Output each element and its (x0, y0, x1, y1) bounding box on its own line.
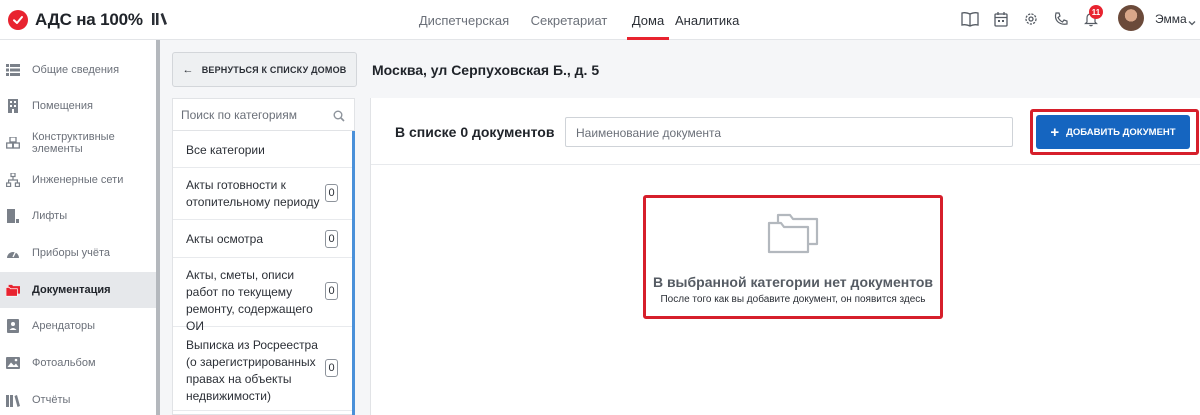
category-item[interactable]: Акты, сметы, описи работ по текущему рем… (173, 258, 353, 333)
nav-analytics[interactable]: Аналитика (673, 0, 749, 40)
sidebar-item-meters[interactable]: Приборы учёта (0, 235, 156, 271)
sidebar-item-label: Конструктивные элементы (32, 131, 115, 155)
sidebar-item-reports[interactable]: Отчёты (0, 382, 156, 415)
add-document-label: ДОБАВИТЬ ДОКУМЕНТ (1066, 126, 1176, 138)
sidebar-item-label: Приборы учёта (32, 247, 111, 259)
category-label: Акты готовности к отопительному периоду (186, 178, 320, 209)
sidebar-item-general[interactable]: Общие сведения (0, 52, 156, 88)
app-logo[interactable]: АДС на 100% (8, 8, 143, 32)
id-card-icon (6, 319, 20, 333)
sidebar-item-label: Отчёты (32, 394, 71, 406)
sidebar: Общие сведения Помещения Конструктивные … (0, 40, 156, 415)
app-logo-text: АДС на 100% (35, 10, 143, 29)
image-icon (6, 356, 20, 370)
main-nav: Диспетчерская Секретариат Дома Аналитика (413, 0, 749, 40)
sidebar-item-elevators[interactable]: Лифты (0, 198, 156, 234)
books-icon (6, 393, 20, 407)
category-item[interactable]: Выписка из Росреестра (о зарегистрирован… (173, 327, 353, 411)
gear-icon[interactable] (1021, 9, 1041, 29)
category-search-input[interactable] (181, 106, 331, 124)
add-document-button[interactable]: + ДОБАВИТЬ ДОКУМЕНТ (1036, 115, 1190, 149)
cubes-icon (6, 136, 20, 150)
elevator-icon (6, 209, 20, 223)
category-label: Акты, сметы, описи работ по текущему рем… (186, 268, 313, 333)
search-icon[interactable] (333, 109, 345, 122)
documents-count: В списке 0 документов (395, 124, 555, 140)
building-icon (6, 99, 20, 113)
calendar-icon[interactable] (991, 9, 1011, 29)
sidebar-item-premises[interactable]: Помещения (0, 88, 156, 124)
category-item[interactable]: Акты осмотра 0 (173, 220, 353, 258)
sidebar-item-networks[interactable]: Инженерные сети (0, 162, 156, 198)
avatar[interactable] (1118, 5, 1144, 31)
sidebar-item-label: Фотоальбом (32, 357, 96, 369)
plus-icon: + (1050, 123, 1060, 141)
category-label: Выписка из Росреестра (о зарегистрирован… (186, 338, 318, 403)
nav-secretariat[interactable]: Секретариат (515, 0, 623, 40)
add-button-highlight: + ДОБАВИТЬ ДОКУМЕНТ (1030, 109, 1199, 155)
category-item-all[interactable]: Все категории (173, 131, 353, 168)
empty-state-title: В выбранной категории нет документов (652, 274, 934, 290)
documents-panel: В списке 0 документов + ДОБАВИТЬ ДОКУМЕН… (370, 98, 1200, 415)
folder-icon (766, 212, 820, 254)
sidebar-item-documents[interactable]: Документация (0, 272, 156, 308)
gauge-icon (6, 246, 20, 260)
category-panel: Все категории Акты готовности к отопител… (172, 98, 355, 415)
empty-state-subtitle: После того как вы добавите документ, он … (660, 294, 926, 305)
category-count: 0 (325, 282, 338, 300)
user-name[interactable]: Эмма (1155, 12, 1187, 26)
page-title: Москва, ул Серпуховская Б., д. 5 (372, 62, 600, 78)
back-to-houses-button[interactable]: ← ВЕРНУТЬСЯ К СПИСКУ ДОМОВ (172, 52, 357, 87)
category-count: 0 (325, 184, 338, 202)
category-label: Акты осмотра (186, 232, 264, 246)
sidebar-item-label: Инженерные сети (32, 174, 124, 186)
category-count: 0 (325, 230, 338, 248)
category-item[interactable]: Акты готовности к отопительному периоду … (173, 168, 353, 220)
library-icon[interactable] (151, 10, 169, 28)
sidebar-item-photos[interactable]: Фотоальбом (0, 345, 156, 381)
sidebar-item-tenants[interactable]: Арендаторы (0, 308, 156, 344)
category-scrollbar[interactable] (352, 131, 355, 415)
empty-state: В выбранной категории нет документов Пос… (643, 195, 943, 319)
nav-houses[interactable]: Дома (623, 0, 673, 40)
phone-icon[interactable] (1051, 9, 1071, 29)
sidebar-item-label: Общие сведения (32, 64, 120, 76)
category-search (173, 99, 354, 131)
sidebar-divider (156, 40, 160, 415)
check-badge-icon (8, 10, 28, 30)
top-bar: АДС на 100% Диспетчерская Секретариат До… (0, 0, 1200, 40)
sidebar-item-label: Документация (32, 284, 111, 296)
back-button-label: ВЕРНУТЬСЯ К СПИСКУ ДОМОВ (201, 64, 347, 75)
documents-header: В списке 0 документов + ДОБАВИТЬ ДОКУМЕН… (371, 98, 1200, 165)
notification-badge: 11 (1089, 5, 1103, 19)
grid-list-icon (6, 63, 20, 77)
chevron-down-icon[interactable] (1188, 14, 1196, 26)
document-search-input[interactable] (576, 124, 996, 141)
sidebar-item-label: Арендаторы (32, 320, 95, 332)
category-label: Все категории (186, 143, 265, 157)
sidebar-item-structural[interactable]: Конструктивные элементы (0, 125, 156, 161)
sidebar-item-label: Лифты (32, 210, 68, 222)
network-icon (6, 173, 20, 187)
arrow-left-icon: ← (182, 63, 194, 76)
book-icon[interactable] (960, 9, 980, 29)
folders-icon (6, 283, 20, 297)
nav-dispatch[interactable]: Диспетчерская (413, 0, 515, 40)
document-search (565, 117, 1013, 147)
sidebar-item-label: Помещения (32, 100, 93, 112)
category-count: 0 (325, 359, 338, 377)
